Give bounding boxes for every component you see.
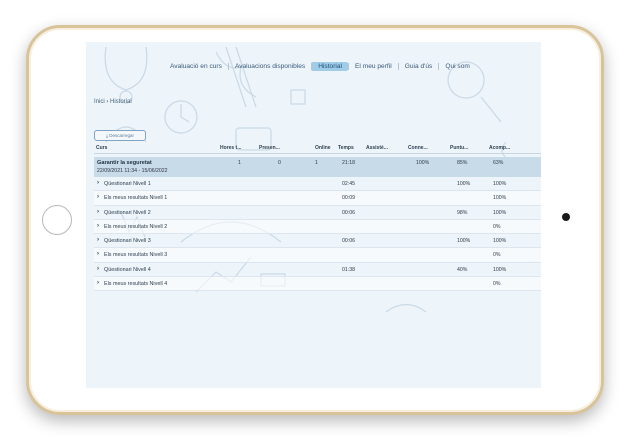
row-label: Qüestionari Nivell 3 xyxy=(104,238,151,245)
row-puntuacio: 98% xyxy=(457,209,468,216)
nav-guia-dus[interactable]: Guia d'ús xyxy=(397,62,439,70)
col-assistencia[interactable]: Assistè... xyxy=(366,145,388,151)
row-puntuacio: 40% xyxy=(457,266,468,273)
col-puntuacio[interactable]: Puntu... xyxy=(450,145,468,151)
nav-avaluacio-en-curs[interactable]: Avaluació en curs xyxy=(164,63,228,70)
row-label: Els meus resultats Nivell 2 xyxy=(104,223,168,230)
row-acompliment: 100% xyxy=(493,181,507,187)
row-temps: 02:45 xyxy=(342,181,355,187)
breadcrumb[interactable]: Inici › Historial xyxy=(94,99,132,105)
chevron-right-icon[interactable]: › xyxy=(97,280,99,286)
nav-el-meu-perfil[interactable]: El meu perfil xyxy=(348,62,398,70)
row-label: Els meus resultats Nivell 3 xyxy=(104,252,168,259)
app-screen: Avaluació en curs Avaluacions disponible… xyxy=(86,42,541,388)
row-acompliment: 0% xyxy=(493,281,501,288)
cell-acompliment: 63% xyxy=(493,160,504,166)
row-acompliment: 0% xyxy=(493,223,501,230)
row-acompliment: 100% xyxy=(493,209,507,216)
col-curs[interactable]: Curs xyxy=(96,145,107,151)
row-label: Els meus resultats Nivell 1 xyxy=(104,195,168,202)
table-row[interactable]: › Els meus resultats Nivell 2 0% xyxy=(94,219,541,235)
col-presencial[interactable]: Presen... xyxy=(259,145,280,151)
row-puntuacio: 100% xyxy=(457,181,471,187)
row-acompliment: 100% xyxy=(493,266,507,273)
row-label: Els meus resultats Nivell 4 xyxy=(104,281,168,288)
history-table: Curs Hores t... Presen... Online Temps A… xyxy=(94,142,541,292)
cell-temps: 21:18 xyxy=(342,160,355,166)
col-acompliment[interactable]: Acomp... xyxy=(489,145,510,151)
row-label: Qüestionari Nivell 1 xyxy=(104,181,151,187)
chevron-right-icon[interactable]: › xyxy=(97,266,99,272)
home-button[interactable] xyxy=(42,205,72,235)
chevron-right-icon[interactable]: › xyxy=(97,180,99,186)
nav-avaluacions-disponibles[interactable]: Avaluacions disponibles xyxy=(227,62,311,70)
table-row[interactable]: › Els meus resultats Nivell 1 00:09 100% xyxy=(94,191,541,206)
row-temps: 00:06 xyxy=(342,238,355,245)
table-row[interactable]: › Qüestionari Nivell 1 02:45 100% 100% xyxy=(94,177,541,192)
top-nav: Avaluació en curs Avaluacions disponible… xyxy=(164,59,476,73)
table-row[interactable]: › Els meus resultats Nivell 3 0% xyxy=(94,248,541,263)
download-button[interactable]: ⤓ Descarregar xyxy=(94,130,146,141)
cell-online: 1 xyxy=(315,160,318,166)
table-row[interactable]: › Qüestionari Nivell 4 01:38 40% 100% xyxy=(94,263,541,278)
row-temps: 00:06 xyxy=(342,209,355,216)
row-acompliment: 100% xyxy=(493,195,507,202)
table-row[interactable]: › Qüestionari Nivell 2 00:06 98% 100% xyxy=(94,206,541,220)
col-online[interactable]: Online xyxy=(315,145,331,151)
cell-hores: 1 xyxy=(238,160,241,166)
row-label: Qüestionari Nivell 4 xyxy=(104,266,151,273)
table-header: Curs Hores t... Presen... Online Temps A… xyxy=(94,142,541,154)
chevron-right-icon[interactable]: › xyxy=(97,251,99,257)
row-temps: 01:38 xyxy=(342,266,355,273)
chevron-right-icon[interactable]: › xyxy=(97,209,99,215)
row-label: Qüestionari Nivell 2 xyxy=(104,209,151,216)
col-hores[interactable]: Hores t... xyxy=(220,145,241,151)
row-acompliment: 100% xyxy=(493,238,507,245)
row-temps: 00:09 xyxy=(342,195,355,202)
row-puntuacio: 100% xyxy=(457,238,471,245)
nav-qui-som[interactable]: Qui som xyxy=(438,62,476,70)
download-button-label: ⤓ Descarregar xyxy=(106,133,134,138)
col-temps[interactable]: Temps xyxy=(338,145,354,151)
cell-connexio: 100% xyxy=(416,160,430,166)
chevron-right-icon[interactable]: › xyxy=(97,194,99,200)
cell-puntuacio: 85% xyxy=(457,160,468,166)
chevron-right-icon[interactable]: › xyxy=(97,223,99,229)
nav-historial[interactable]: Historial xyxy=(311,61,349,71)
table-row[interactable]: › Qüestionari Nivell 3 00:06 100% 100% xyxy=(94,234,541,249)
table-row[interactable]: › Els meus resultats Nivell 4 0% xyxy=(94,277,541,292)
course-date: 22/09/2021 11:34 - 15/06/2022 xyxy=(97,168,168,174)
col-connexio[interactable]: Conne... xyxy=(408,145,428,151)
chevron-right-icon[interactable]: › xyxy=(97,237,99,243)
course-title: Garantir la seguretat xyxy=(97,160,152,166)
cell-presencial: 0 xyxy=(278,160,281,166)
course-row[interactable]: Garantir la seguretat 22/09/2021 11:34 -… xyxy=(94,157,541,177)
row-acompliment: 0% xyxy=(493,252,501,259)
camera-icon xyxy=(562,213,570,221)
